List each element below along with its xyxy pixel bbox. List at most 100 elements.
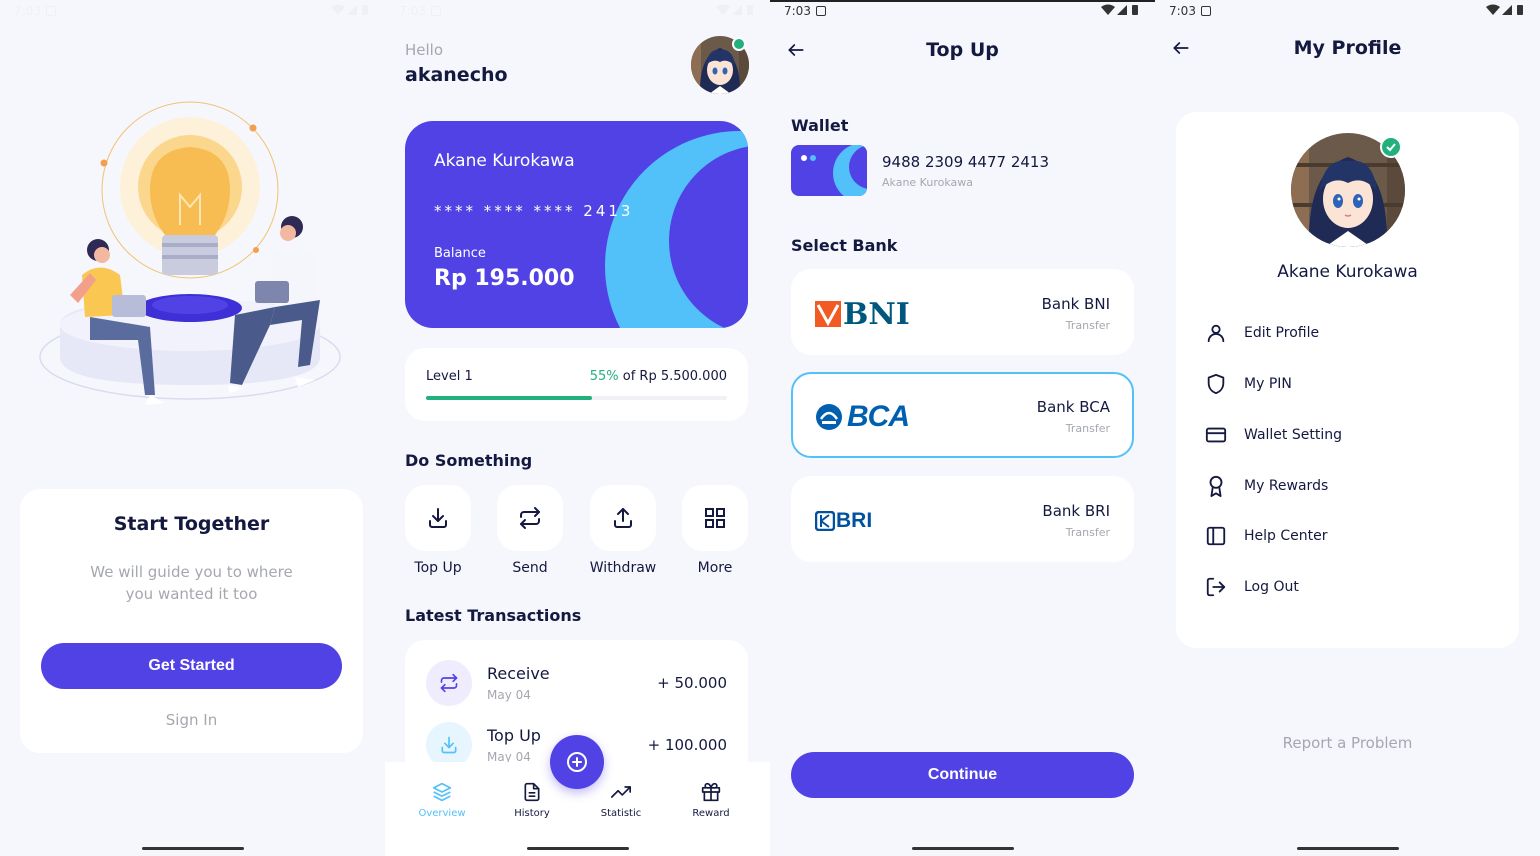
status-icons (1486, 4, 1526, 16)
transaction-icon-wrap (426, 660, 472, 706)
award-icon (1209, 475, 1223, 497)
upload-icon (614, 508, 632, 528)
nav-label: Statistic (600, 808, 642, 819)
action-top-up-box[interactable] (405, 485, 471, 551)
profile-card: Akane Kurokawa Edit Profile My PIN Walle… (1176, 112, 1519, 648)
action-send[interactable]: Send (497, 485, 563, 576)
action-withdraw[interactable]: Withdraw (590, 485, 656, 576)
status-time: 7:03 (1169, 4, 1196, 18)
home-indicator (141, 847, 244, 850)
onboarding-subtitle: We will guide you to where you wanted it… (90, 563, 293, 603)
grid-icon (705, 508, 725, 528)
action-more-box[interactable] (682, 485, 748, 551)
profile-name: Akane Kurokawa (1277, 262, 1418, 282)
nav-overview[interactable]: Overview (407, 782, 477, 819)
menu-label: My Rewards (1244, 478, 1329, 494)
user-icon (1207, 324, 1225, 343)
nav-label: History (514, 808, 550, 819)
notification-icon (816, 6, 826, 16)
bca-logo: BCA (815, 400, 910, 434)
greeting-label: Hello (405, 41, 444, 59)
select-bank-label: Select Bank (791, 236, 898, 255)
username: akanecho (405, 64, 508, 86)
start-together-card: Start Together We will guide you to wher… (20, 489, 363, 753)
home-indicator (911, 847, 1014, 850)
status-icons (1101, 4, 1141, 16)
verified-icon (1380, 136, 1402, 158)
balance-value: Rp 195.000 (434, 266, 575, 291)
lightbulb-illustration (39, 101, 341, 405)
action-top-up[interactable]: Top Up (405, 485, 471, 576)
notification-icon (46, 6, 56, 16)
verified-icon (732, 37, 746, 51)
level-label: Level 1 (426, 369, 473, 384)
card-holder-name: Akane Kurokawa (434, 151, 575, 171)
bank-option-bri[interactable]: BRI Bank BRI Transfer (791, 476, 1134, 562)
menu-edit-profile[interactable]: Edit Profile (1205, 321, 1495, 347)
onboarding-title: Start Together (113, 513, 270, 535)
notification-icon (431, 6, 441, 16)
bank-name: Bank BRI (1042, 502, 1110, 520)
do-something-title: Do Something (405, 451, 533, 470)
sign-in-link[interactable]: Sign In (20, 711, 363, 729)
plus-circle-icon (567, 752, 587, 772)
transaction-title: Top Up (487, 726, 541, 745)
get-started-button[interactable]: Get Started (41, 643, 342, 689)
bca-logo-text: BCA (847, 400, 910, 433)
latest-transactions-title: Latest Transactions (405, 606, 582, 625)
wallet-card[interactable]: Akane Kurokawa **** **** **** 2413 Balan… (405, 121, 748, 328)
report-problem-link[interactable]: Report a Problem (1155, 734, 1540, 752)
page-title: My Profile (1293, 37, 1402, 59)
bank-name: Bank BNI (1041, 295, 1110, 313)
action-more[interactable]: More (682, 485, 748, 576)
menu-my-rewards[interactable]: My Rewards (1205, 474, 1495, 500)
menu-label: Log Out (1244, 579, 1299, 595)
bank-option-bca[interactable]: BCA Bank BCA Transfer (791, 372, 1134, 458)
nav-reward[interactable]: Reward (676, 782, 746, 819)
wallet-owner: Akane Kurokawa (882, 176, 973, 189)
swap-icon (440, 673, 458, 693)
credit-card-icon (1205, 427, 1227, 443)
bank-type: Transfer (1065, 526, 1110, 539)
balance-label: Balance (434, 246, 486, 261)
notification-icon (1201, 6, 1211, 16)
menu-label: Help Center (1244, 528, 1328, 544)
home-screen: 7:03 Hello akanecho Akane Kurokawa **** … (385, 0, 770, 856)
menu-help-center[interactable]: Help Center (1205, 524, 1495, 550)
menu-label: Edit Profile (1244, 325, 1320, 341)
transaction-date: May 04 (487, 688, 531, 702)
home-indicator (526, 847, 629, 850)
menu-log-out[interactable]: Log Out (1205, 575, 1495, 601)
add-button[interactable] (550, 735, 604, 789)
nav-statistic[interactable]: Statistic (586, 782, 656, 819)
action-send-box[interactable] (497, 485, 563, 551)
menu-my-pin[interactable]: My PIN (1205, 372, 1495, 398)
logout-icon (1206, 577, 1226, 597)
status-time: 7:03 (14, 4, 41, 18)
level-target: of Rp 5.500.000 (622, 369, 727, 384)
selected-wallet[interactable]: 9488 2309 4477 2413 Akane Kurokawa (791, 145, 1134, 197)
level-progress-fill (426, 396, 592, 400)
nav-history[interactable]: History (497, 782, 567, 819)
profile-screen: 7:03 My Profile Akane Kurokawa Edit Prof… (1155, 0, 1540, 856)
bri-logo-text: BRI (836, 509, 873, 532)
nav-label: Overview (418, 808, 466, 819)
document-icon (524, 782, 540, 802)
top-up-screen: 7:03 Top Up Wallet 9488 2309 4477 2413 A… (770, 0, 1155, 856)
menu-label: Wallet Setting (1244, 427, 1342, 443)
action-withdraw-box[interactable] (590, 485, 656, 551)
bank-option-bni[interactable]: BNI Bank BNI Transfer (791, 269, 1134, 355)
status-time: 7:03 (399, 4, 426, 18)
wallet-number: 9488 2309 4477 2413 (882, 153, 1049, 171)
nav-label: Reward (692, 808, 730, 819)
status-bar: 7:03 (770, 0, 1155, 24)
continue-button[interactable]: Continue (791, 752, 1134, 798)
gift-icon (701, 782, 721, 802)
status-time: 7:03 (784, 4, 811, 18)
bri-logo: BRI (815, 504, 872, 538)
transaction-row[interactable]: Receive May 04 + 50.000 (426, 660, 727, 710)
menu-wallet-setting[interactable]: Wallet Setting (1205, 423, 1495, 449)
level-percent: 55% (589, 369, 619, 384)
bank-name: Bank BCA (1036, 398, 1110, 416)
card-number: **** **** **** 2413 (434, 202, 634, 220)
